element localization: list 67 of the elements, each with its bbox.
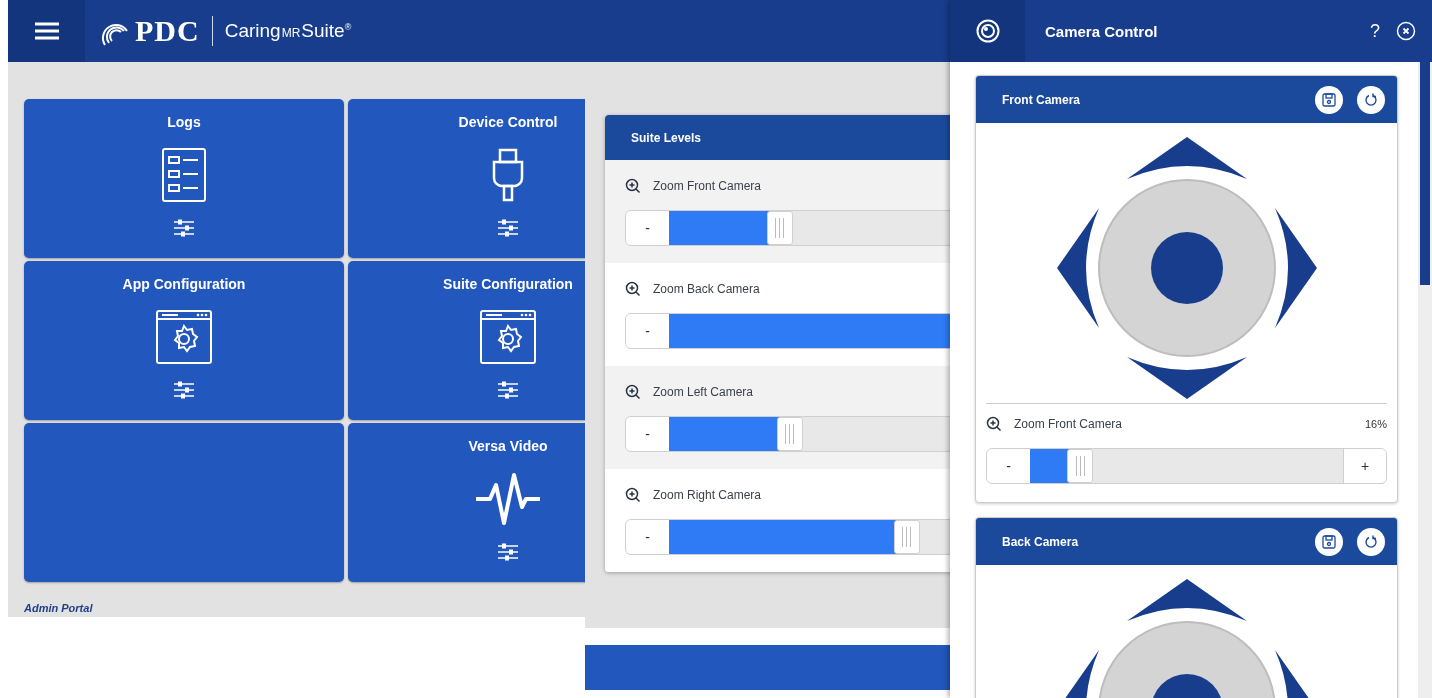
tile-title: Logs bbox=[167, 114, 201, 132]
settings-window-icon bbox=[480, 310, 536, 364]
slider-label: Zoom Front Camera bbox=[1014, 417, 1123, 431]
slider-thumb[interactable] bbox=[766, 211, 793, 245]
menu-tile[interactable]: Versa Video bbox=[348, 423, 585, 582]
save-button[interactable] bbox=[1315, 527, 1343, 556]
pulse-icon bbox=[474, 471, 542, 527]
zoom-in-icon bbox=[986, 416, 1002, 432]
slider-label: Zoom Back Camera bbox=[653, 282, 760, 296]
zoom-in-icon bbox=[625, 178, 641, 194]
menu-icon bbox=[34, 22, 59, 40]
slider-thumb[interactable] bbox=[1067, 449, 1094, 483]
panel-title: Camera Control bbox=[1045, 22, 1159, 40]
sliders-icon[interactable] bbox=[173, 218, 195, 238]
save-icon bbox=[1322, 92, 1336, 107]
sliders-icon[interactable] bbox=[173, 380, 195, 400]
sliders-icon[interactable] bbox=[497, 542, 519, 562]
tile-title: Versa Video bbox=[468, 438, 548, 456]
card-title: Back Camera bbox=[1002, 534, 1080, 549]
plug-icon bbox=[492, 148, 524, 202]
tile-title: Suite Configuration bbox=[443, 276, 573, 294]
zoom-out-button[interactable]: - bbox=[626, 314, 669, 348]
zoom-out-button[interactable]: - bbox=[626, 417, 669, 451]
zoom-in-icon bbox=[625, 384, 641, 400]
slider-label: Zoom Right Camera bbox=[653, 488, 762, 502]
close-button[interactable] bbox=[1396, 21, 1416, 41]
card-title: Suite Levels bbox=[631, 130, 702, 145]
sliders-icon[interactable] bbox=[497, 380, 519, 400]
menu-tile[interactable]: App Configuration bbox=[24, 261, 344, 420]
list-icon bbox=[162, 148, 206, 202]
reset-button[interactable] bbox=[1357, 85, 1385, 114]
refresh-icon bbox=[1364, 92, 1378, 107]
slider-thumb[interactable] bbox=[776, 417, 803, 451]
zoom-slider[interactable]: - bbox=[625, 416, 950, 452]
menu-button[interactable] bbox=[8, 0, 85, 62]
slider-thumb[interactable] bbox=[893, 520, 920, 554]
save-button[interactable] bbox=[1315, 85, 1343, 114]
zoom-in-icon bbox=[625, 281, 641, 297]
zoom-out-button[interactable]: - bbox=[987, 449, 1030, 483]
settings-window-icon bbox=[156, 310, 212, 364]
slider-label: Zoom Front Camera bbox=[653, 179, 762, 193]
slider-label: Zoom Left Camera bbox=[653, 385, 754, 399]
zoom-slider[interactable]: - bbox=[625, 519, 950, 555]
tile-title: App Configuration bbox=[122, 276, 246, 294]
menu-tile[interactable]: Logs bbox=[24, 99, 344, 258]
reset-button[interactable] bbox=[1357, 527, 1385, 556]
refresh-icon bbox=[1364, 534, 1378, 549]
camera-lens-icon bbox=[975, 19, 1000, 43]
zoom-out-button[interactable]: - bbox=[626, 520, 669, 554]
zoom-out-button[interactable]: - bbox=[626, 211, 669, 245]
zoom-in-button[interactable]: + bbox=[1343, 449, 1386, 483]
brand-name: PDC bbox=[135, 14, 200, 48]
close-icon bbox=[1396, 21, 1416, 41]
card-title: Front Camera bbox=[1002, 92, 1082, 107]
zoom-slider[interactable]: - + bbox=[986, 448, 1387, 484]
menu-tile[interactable]: Device Control bbox=[348, 99, 585, 258]
help-button[interactable]: ? bbox=[1370, 20, 1380, 42]
save-icon bbox=[1322, 534, 1336, 549]
zoom-in-icon bbox=[625, 487, 641, 503]
zoom-reading: 16% bbox=[1364, 418, 1387, 430]
scrollbar[interactable] bbox=[1418, 62, 1432, 698]
zoom-slider[interactable]: - bbox=[625, 313, 950, 349]
footer-label: Admin Portal bbox=[24, 602, 93, 614]
menu-tile[interactable]: Suite Configuration bbox=[348, 261, 585, 420]
zoom-slider[interactable]: - bbox=[625, 210, 950, 246]
tile-title: Device Control bbox=[458, 114, 558, 132]
sliders-icon[interactable] bbox=[497, 218, 519, 238]
